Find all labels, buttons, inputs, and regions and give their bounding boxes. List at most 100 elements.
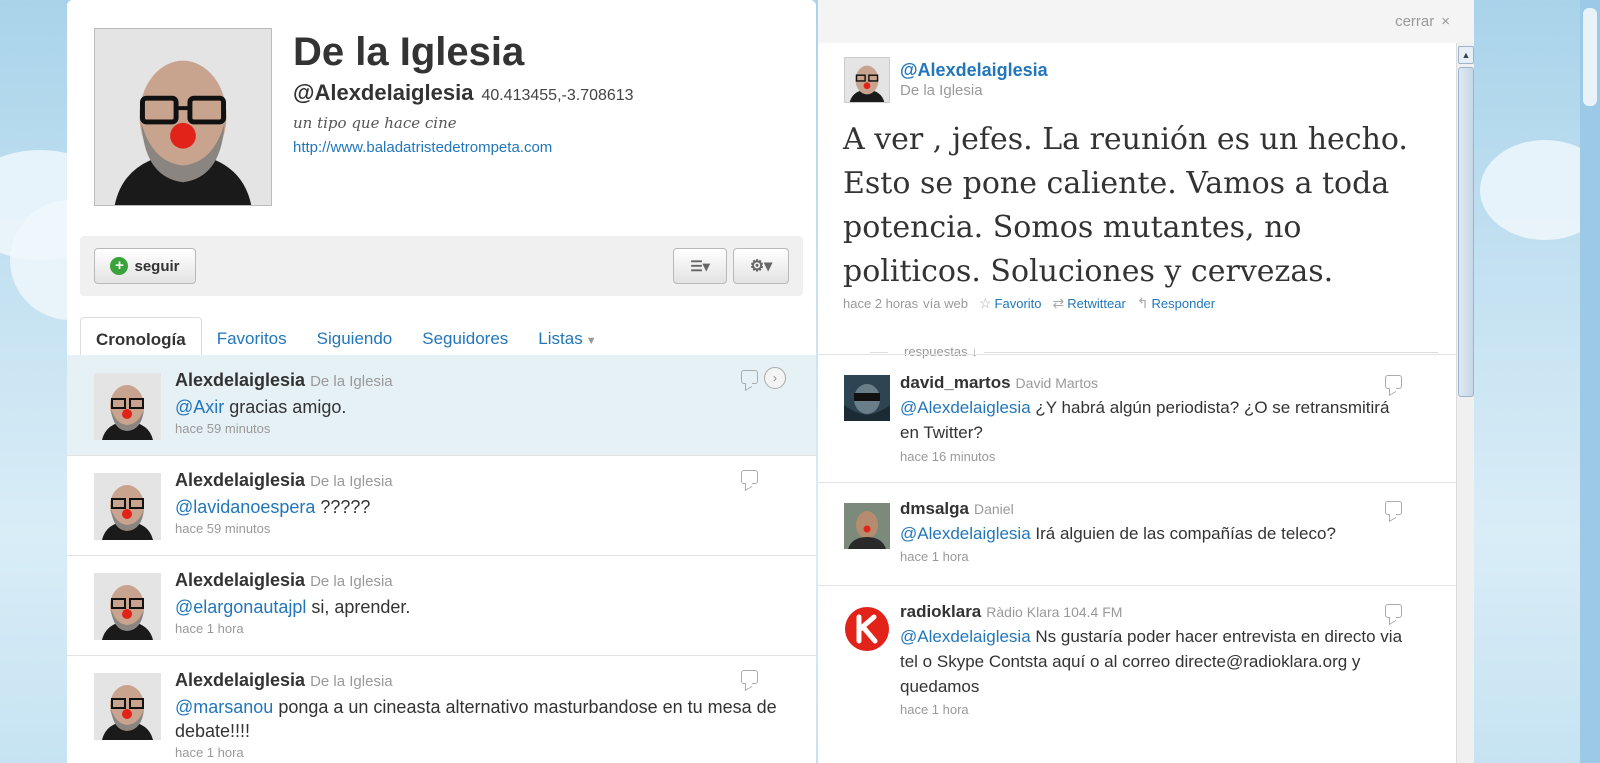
scroll-up-icon[interactable]: ▲ xyxy=(1458,46,1474,64)
tweet-author[interactable]: Alexdelaiglesia De la Iglesia xyxy=(175,570,393,591)
reply-username[interactable]: david_martos xyxy=(900,373,1011,392)
list-menu-button[interactable]: ☰▾ xyxy=(673,248,727,284)
divider-line xyxy=(870,352,888,353)
reply-author[interactable]: david_martos David Martos xyxy=(900,373,1098,393)
reply-text: @Alexdelaiglesia ¿Y habrá algún periodis… xyxy=(900,395,1405,445)
detail-avatar[interactable] xyxy=(844,57,890,103)
mention-link[interactable]: @marsanou xyxy=(175,697,273,717)
reply-icon[interactable] xyxy=(741,470,758,484)
mention-link[interactable]: @Axir xyxy=(175,397,224,417)
reply-realname: Ràdio Klara 104.4 FM xyxy=(986,604,1123,620)
mention-link[interactable]: @Alexdelaiglesia xyxy=(900,627,1031,646)
reply-body: Irá alguien de las compañías de teleco? xyxy=(1030,524,1336,543)
profile-bio: un tipo que hace cine xyxy=(293,114,457,132)
reply-icon[interactable] xyxy=(1385,375,1402,389)
tweet-text: @lavidanoespera ????? xyxy=(175,495,785,519)
divider-line xyxy=(978,352,1438,353)
tab-cronologia[interactable]: Cronología xyxy=(80,317,202,360)
reply-username[interactable]: radioklara xyxy=(900,602,981,621)
reply-label: Responder xyxy=(1151,296,1216,311)
tab-seguidores[interactable]: Seguidores xyxy=(407,317,523,360)
tweet-username[interactable]: Alexdelaiglesia xyxy=(175,470,305,490)
detail-handle[interactable]: @Alexdelaiglesia xyxy=(900,60,1048,81)
mention-link[interactable]: @Alexdelaiglesia xyxy=(900,524,1031,543)
reply-arrow-icon: ↰ xyxy=(1136,295,1149,311)
reply-author[interactable]: dmsalga Daniel xyxy=(900,499,1014,519)
mention-link[interactable]: @elargonautajpl xyxy=(175,597,306,617)
tweet-username[interactable]: Alexdelaiglesia xyxy=(175,570,305,590)
reply-icon[interactable] xyxy=(1385,604,1402,618)
tweet-timestamp[interactable]: hace 59 minutos xyxy=(175,521,270,536)
tweet-timestamp[interactable]: hace 1 hora xyxy=(175,621,244,636)
tweet-body: gracias amigo. xyxy=(224,397,347,417)
tweet-author[interactable]: Alexdelaiglesia De la Iglesia xyxy=(175,670,393,691)
reply-icon[interactable] xyxy=(1385,501,1402,515)
detail-via: vía web xyxy=(923,296,968,311)
tweet-avatar[interactable] xyxy=(94,673,161,740)
tweet-author[interactable]: Alexdelaiglesia De la Iglesia xyxy=(175,370,393,391)
star-icon: ☆ xyxy=(978,295,992,311)
profile-action-bar: + seguir ☰▾ ⚙▾ xyxy=(80,236,803,296)
reply-tweet[interactable]: radioklara Ràdio Klara 104.4 FM @Alexdela… xyxy=(818,585,1474,763)
detail-realname: De la Iglesia xyxy=(900,82,983,99)
profile-column: De la Iglesia @Alexdelaiglesia 40.413455… xyxy=(67,0,816,763)
tweet-author[interactable]: Alexdelaiglesia De la Iglesia xyxy=(175,470,393,491)
follow-button[interactable]: + seguir xyxy=(94,248,196,284)
reply-button[interactable]: ↰ Responder xyxy=(1137,295,1215,312)
reply-timestamp[interactable]: hace 1 hora xyxy=(900,549,969,564)
reply-icon[interactable] xyxy=(741,370,758,384)
reply-tweet[interactable]: david_martos David Martos @Alexdelaiglesi… xyxy=(818,354,1474,482)
scrollbar-thumb[interactable] xyxy=(1458,67,1474,397)
mention-link[interactable]: @lavidanoespera xyxy=(175,497,315,517)
profile-url-link[interactable]: http://www.baladatristedetrompeta.com xyxy=(293,139,552,156)
reply-timestamp[interactable]: hace 1 hora xyxy=(900,702,969,717)
page-scrollbar[interactable] xyxy=(1580,0,1600,763)
reply-author[interactable]: radioklara Ràdio Klara 104.4 FM xyxy=(900,602,1122,622)
timeline-tweet[interactable]: Alexdelaiglesia De la Iglesia @marsanou p… xyxy=(67,655,816,763)
reply-timestamp[interactable]: hace 16 minutos xyxy=(900,449,995,464)
reply-icon[interactable] xyxy=(741,670,758,684)
tweet-realname: De la Iglesia xyxy=(310,373,393,390)
tweet-text: @Axir gracias amigo. xyxy=(175,395,785,419)
profile-location: 40.413455,-3.708613 xyxy=(481,87,634,104)
tweet-username[interactable]: Alexdelaiglesia xyxy=(175,670,305,690)
tab-listas[interactable]: Listas ▼ xyxy=(523,317,611,360)
retweet-button[interactable]: ⇄ Retwittear xyxy=(1053,295,1126,312)
reply-tweet[interactable]: dmsalga Daniel @Alexdelaiglesia Irá algui… xyxy=(818,482,1474,585)
reply-text: @Alexdelaiglesia Irá alguien de las comp… xyxy=(900,521,1405,546)
profile-handle-row: @Alexdelaiglesia 40.413455,-3.708613 xyxy=(293,80,634,106)
favorite-button[interactable]: ☆ Favorito xyxy=(979,295,1042,312)
tweet-timestamp[interactable]: hace 1 hora xyxy=(175,745,244,760)
tweet-avatar[interactable] xyxy=(94,473,161,540)
timeline-tweet[interactable]: Alexdelaiglesia De la Iglesia @lavidanoes… xyxy=(67,455,816,556)
page-scrollbar-thumb[interactable] xyxy=(1583,8,1597,106)
chevron-down-icon: ▼ xyxy=(585,335,597,347)
timeline-tweet[interactable]: Alexdelaiglesia De la Iglesia @elargonaut… xyxy=(67,555,816,656)
tab-siguiendo[interactable]: Siguiendo xyxy=(302,317,408,360)
tweet-timestamp[interactable]: hace 59 minutos xyxy=(175,421,270,436)
reply-username[interactable]: dmsalga xyxy=(900,499,969,518)
mention-link[interactable]: @Alexdelaiglesia xyxy=(900,398,1031,417)
profile-avatar[interactable] xyxy=(94,28,272,206)
tweet-text: @marsanou ponga a un cineasta alternativ… xyxy=(175,695,785,743)
reply-avatar[interactable] xyxy=(844,375,890,421)
gear-menu-button[interactable]: ⚙▾ xyxy=(733,248,789,284)
tweet-avatar[interactable] xyxy=(94,373,161,440)
tweet-realname: De la Iglesia xyxy=(310,473,393,490)
detail-timestamp[interactable]: hace 2 horas xyxy=(843,296,918,311)
radioklara-logo[interactable] xyxy=(844,606,890,652)
reply-avatar[interactable] xyxy=(844,503,890,549)
gear-icon: ⚙▾ xyxy=(749,258,773,275)
detail-scrollbar[interactable]: ▲ xyxy=(1456,43,1474,763)
tweet-avatar[interactable] xyxy=(94,573,161,640)
tweet-body: si, aprender. xyxy=(306,597,411,617)
close-button[interactable]: cerrar × xyxy=(1395,13,1450,30)
timeline-tweet[interactable]: Alexdelaiglesia De la Iglesia @Axir graci… xyxy=(67,355,816,456)
detail-topbar: cerrar × xyxy=(818,0,1474,43)
expand-arrow-icon[interactable]: › xyxy=(764,367,786,389)
tab-favoritos[interactable]: Favoritos xyxy=(202,317,302,360)
favorite-label: Favorito xyxy=(994,296,1042,311)
tweet-username[interactable]: Alexdelaiglesia xyxy=(175,370,305,390)
detail-meta: hace 2 horas vía web ☆ Favorito ⇄ Retwitte… xyxy=(843,295,1215,312)
profile-tabs: Cronología Favoritos Siguiendo Seguidore… xyxy=(80,317,612,360)
